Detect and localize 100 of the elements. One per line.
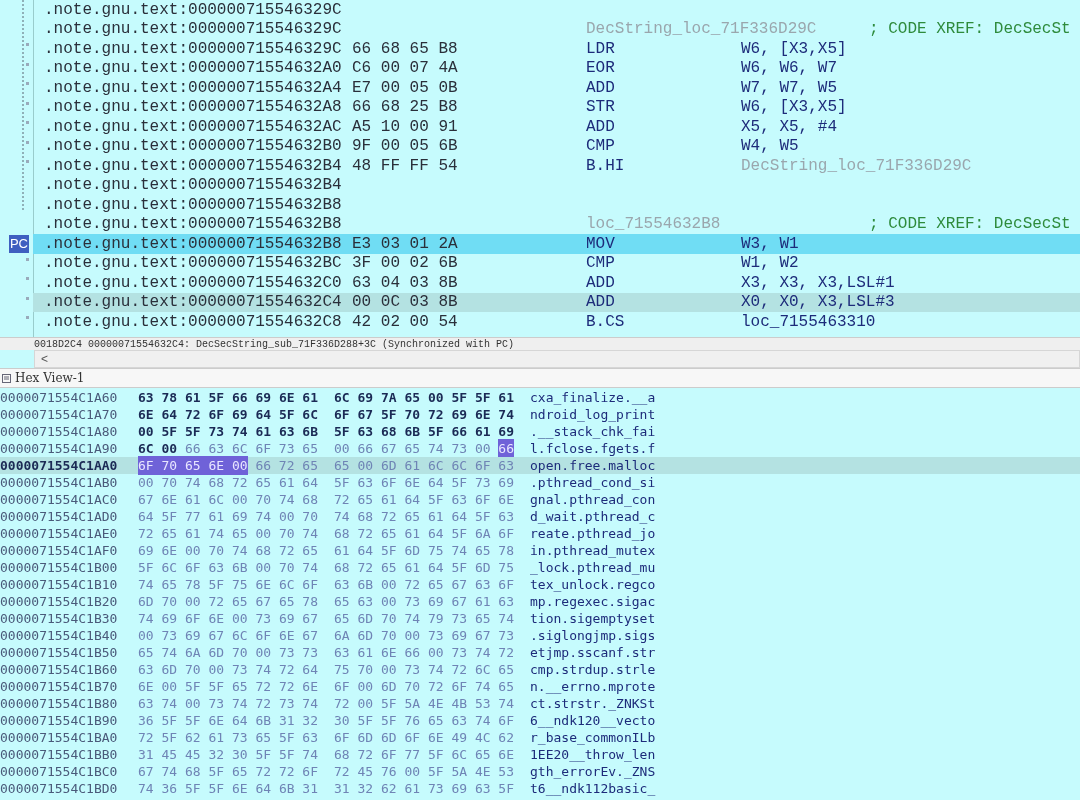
hex-row[interactable]: 0000071554C1BB0 31 45 45 32 30 5F 5F 74 68 72 6F 77 5F 6C 65 6E 1EE20__throw_len xyxy=(0,746,1080,763)
hex-bytes: 31 32 62 61 73 69 63 5F xyxy=(334,779,514,798)
hex-bytes: 65 74 6A 6D 70 00 73 73 xyxy=(138,643,318,662)
disasm-row[interactable]: .note.gnu.text:00000071554632BC 3F 00 02 6B CMP W1, W2 xyxy=(33,253,1080,273)
hex-row[interactable]: 0000071554C1BC0 67 74 68 5F 65 72 72 6F 72 45 76 00 5F 5A 4E 53 gth_errorEv._ZNS xyxy=(0,763,1080,780)
hex-address: 0000071554C1AE0 xyxy=(0,524,119,543)
hex-row[interactable]: 0000071554C1A80 00 5F 5F 73 74 61 63 6B 5F 63 68 6B 5F 66 61 69 .__stack_chk_fai xyxy=(0,423,1080,440)
hex-address: 0000071554C1A90 xyxy=(0,439,119,458)
hex-row[interactable]: 0000071554C1B40 00 73 69 67 6C 6F 6E 67 6A 6D 70 00 73 69 67 73 .siglongjmp.sigs xyxy=(0,627,1080,644)
hex-address: 0000071554C1BA0 xyxy=(0,728,119,747)
hex-address: 0000071554C1BB0 xyxy=(0,745,119,764)
xref-comment: ; CODE XREF: DecSecSt xyxy=(869,19,1071,41)
hex-bytes: 64 5F 77 61 69 74 00 70 xyxy=(138,507,318,526)
hex-bytes: 6A 6D 70 00 73 69 67 73 xyxy=(334,626,514,645)
disasm-row[interactable]: .note.gnu.text:00000071554632A4 E7 00 05 0B ADD W7, W7, W5 xyxy=(33,78,1080,98)
ascii-text: reate.pthread_jo xyxy=(530,524,656,543)
hex-view-icon xyxy=(2,373,11,383)
opcode-bytes: E7 00 05 0B xyxy=(352,78,458,97)
hex-address: 0000071554C1B50 xyxy=(0,643,119,662)
opcode-bytes: 63 04 03 8B xyxy=(352,273,458,292)
disasm-row[interactable]: .note.gnu.text:00000071554632B8 loc_71554632B8 ; CODE XREF: DecSecSt xyxy=(33,214,1080,234)
disasm-row[interactable]: .note.gnu.text:000000715546329C DecString_loc_71F336D29C ; CODE XREF: DecSecSt xyxy=(33,19,1080,39)
ascii-text: d_wait.pthread_c xyxy=(530,507,656,526)
disasm-row[interactable]: .note.gnu.text:00000071554632B8 xyxy=(33,195,1080,215)
disasm-row[interactable]: .note.gnu.text:000000715546329C xyxy=(33,0,1080,20)
opcode-bytes: 00 0C 03 8B xyxy=(352,293,458,312)
hex-row[interactable]: 0000071554C1B90 36 5F 5F 6E 64 6B 31 32 30 5F 5F 76 65 63 74 6F 6__ndk120__vecto xyxy=(0,712,1080,729)
ascii-text: _lock.pthread_mu xyxy=(530,558,656,577)
hex-row[interactable]: 0000071554C1B80 63 74 00 73 74 72 73 74 72 00 5F 5A 4E 4B 53 74 ct.strstr._ZNKSt xyxy=(0,695,1080,712)
hex-row[interactable]: 0000071554C1AE0 72 65 61 74 65 00 70 74 68 72 65 61 64 5F 6A 6F reate.pthread_jo xyxy=(0,525,1080,542)
hex-row[interactable]: 0000071554C1A90 6C 00 66 63 6C 6F 73 65 00 66 67 65 74 73 00 66 l.fclose.fgets.f xyxy=(0,440,1080,457)
ascii-text: 6__ndk120__vecto xyxy=(530,711,656,730)
hex-row[interactable]: 0000071554C1B00 5F 6C 6F 63 6B 00 70 74 68 72 65 61 64 5F 6D 75 _lock.pthread_mu xyxy=(0,559,1080,576)
disasm-row[interactable]: .note.gnu.text:00000071554632B8 E3 03 01 2A MOV W3, W1 xyxy=(33,234,1080,254)
hex-row[interactable]: 0000071554C1B10 74 65 78 5F 75 6E 6C 6F 63 6B 00 72 65 67 63 6F tex_unlock.regco xyxy=(0,576,1080,593)
hex-bytes: 63 78 61 5F 66 69 6E 61 xyxy=(138,388,318,407)
hex-bytes: 66 63 6C 6F 73 65 xyxy=(184,439,318,458)
mnemonic: CMP xyxy=(586,137,615,156)
opcode-bytes: 66 68 65 B8 xyxy=(352,39,458,58)
opcode-bytes: A5 10 00 91 xyxy=(352,117,458,136)
disasm-row[interactable]: .note.gnu.text:00000071554632C0 63 04 03 8B ADD X3, X3, X3,LSL#1 xyxy=(33,273,1080,293)
hex-row[interactable]: 0000071554C1BD0 74 36 5F 5F 6E 64 6B 31 31 32 62 61 73 69 63 5F t6__ndk112basic_ xyxy=(0,780,1080,797)
address-text: .note.gnu.text:00000071554632BC xyxy=(44,253,343,275)
hex-bytes: 63 6D 70 00 73 74 72 64 xyxy=(138,660,318,679)
hex-row[interactable]: 0000071554C1AD0 64 5F 77 61 69 74 00 70 74 68 72 65 61 64 5F 63 d_wait.pthread_c xyxy=(0,508,1080,525)
mnemonic: MOV xyxy=(586,234,615,253)
scroll-left-arrow[interactable]: < xyxy=(35,350,54,368)
address-text: .note.gnu.text:000000715546329C xyxy=(44,19,343,41)
hex-address: 0000071554C1B10 xyxy=(0,575,119,594)
address-text: .note.gnu.text:00000071554632A4 xyxy=(44,77,343,99)
operand: loc_7155463310 xyxy=(741,312,876,331)
hex-row[interactable]: 0000071554C1AA0 6F 70 65 6E 00 66 72 65 65 00 6D 61 6C 6C 6F 63 open.free.malloc xyxy=(0,457,1080,474)
ascii-text: open.free.malloc xyxy=(530,456,656,475)
operand: X3, X3, X3,LSL#1 xyxy=(741,273,895,292)
mnemonic: ADD xyxy=(586,273,615,292)
hex-row[interactable]: 0000071554C1AB0 00 70 74 68 72 65 61 64 5F 63 6F 6E 64 5F 73 69 .pthread_cond_si xyxy=(0,474,1080,491)
hex-row[interactable]: 0000071554C1B70 6E 00 5F 5F 65 72 72 6E 6F 00 6D 70 72 6F 74 65 n.__errno.mprote xyxy=(0,678,1080,695)
ascii-text: ct.strstr._ZNKSt xyxy=(530,694,656,713)
hex-bytes: 30 5F 5F 76 65 63 74 6F xyxy=(334,711,514,730)
hex-bytes: 61 64 5F 6D 75 74 65 78 xyxy=(334,541,514,560)
disasm-row[interactable]: .note.gnu.text:00000071554632A0 C6 00 07 4A EOR W6, W6, W7 xyxy=(33,58,1080,78)
hex-bytes: 00 73 69 67 6C 6F 6E 67 xyxy=(138,626,318,645)
hex-row[interactable]: 0000071554C1A60 63 78 61 5F 66 69 6E 61 6C 69 7A 65 00 5F 5F 61 cxa_finalize.__a xyxy=(0,389,1080,406)
disasm-row[interactable]: .note.gnu.text:00000071554632C4 00 0C 03 8B ADD X0, X0, X3,LSL#3 xyxy=(33,292,1080,312)
disasm-row[interactable]: .note.gnu.text:00000071554632B4 48 FF FF 54 B.HI DecString_loc_71F336D29C xyxy=(33,156,1080,176)
ascii-text: l.fclose.fgets.f xyxy=(530,439,656,458)
hex-row[interactable]: 0000071554C1B20 6D 70 00 72 65 67 65 78 65 63 00 73 69 67 61 63 mp.regexec.sigac xyxy=(0,593,1080,610)
ascii-text: tion.sigemptyset xyxy=(530,609,656,628)
hex-address: 0000071554C1A70 xyxy=(0,405,119,424)
disasm-row[interactable]: .note.gnu.text:000000715546329C 66 68 65 B8 LDR W6, [X3,X5] xyxy=(33,39,1080,59)
hex-bytes: 6C 00 xyxy=(138,439,178,458)
hex-bytes: 72 00 5F 5A 4E 4B 53 74 xyxy=(334,694,514,713)
disasm-row[interactable]: .note.gnu.text:00000071554632B4 xyxy=(33,175,1080,195)
disasm-row[interactable]: .note.gnu.text:00000071554632B0 9F 00 05 6B CMP W4, W5 xyxy=(33,136,1080,156)
hex-bytes: 5F 63 68 6B 5F 66 61 69 xyxy=(334,422,514,441)
hex-address: 0000071554C1B90 xyxy=(0,711,119,730)
hex-address: 0000071554C1AF0 xyxy=(0,541,119,560)
hex-bytes: 66 72 65 xyxy=(255,456,318,475)
pc-marker: PC xyxy=(8,234,29,253)
hex-row[interactable]: 0000071554C1AC0 67 6E 61 6C 00 70 74 68 72 65 61 64 5F 63 6F 6E gnal.pthread_con xyxy=(0,491,1080,508)
mnemonic: EOR xyxy=(586,59,615,78)
hex-bytes: 72 65 61 64 5F 63 6F 6E xyxy=(334,490,514,509)
address-text: .note.gnu.text:000000715546329C xyxy=(44,0,343,21)
hex-bytes: 68 72 65 61 64 5F 6D 75 xyxy=(334,558,514,577)
hex-row[interactable]: 0000071554C1B60 63 6D 70 00 73 74 72 64 75 70 00 73 74 72 6C 65 cmp.strdup.strle xyxy=(0,661,1080,678)
hex-row[interactable]: 0000071554C1A70 6E 64 72 6F 69 64 5F 6C 6F 67 5F 70 72 69 6E 74 ndroid_log_print xyxy=(0,406,1080,423)
hex-address: 0000071554C1BC0 xyxy=(0,762,119,781)
hex-address: 0000071554C1AB0 xyxy=(0,473,119,492)
hex-bytes: 65 63 00 73 69 67 61 63 xyxy=(334,592,514,611)
hex-bytes: 74 68 72 65 61 64 5F 63 xyxy=(334,507,514,526)
horizontal-scrollbar[interactable]: < xyxy=(34,350,1080,368)
hex-row[interactable]: 0000071554C1BA0 72 5F 62 61 73 65 5F 63 6F 6D 6D 6F 6E 49 4C 62 r_base_commonILb xyxy=(0,729,1080,746)
mnemonic: ADD xyxy=(586,117,615,136)
hex-row[interactable]: 0000071554C1B50 65 74 6A 6D 70 00 73 73 63 61 6E 66 00 73 74 72 etjmp.sscanf.str xyxy=(0,644,1080,661)
disasm-row[interactable]: .note.gnu.text:00000071554632A8 66 68 25 B8 STR W6, [X3,X5] xyxy=(33,97,1080,117)
hex-bytes: 63 74 00 73 74 72 73 74 xyxy=(138,694,318,713)
hex-row[interactable]: 0000071554C1B30 74 69 6F 6E 00 73 69 67 65 6D 70 74 79 73 65 74 tion.sigemptyset xyxy=(0,610,1080,627)
disasm-row[interactable]: .note.gnu.text:00000071554632AC A5 10 00 91 ADD X5, X5, #4 xyxy=(33,117,1080,137)
disasm-row[interactable]: .note.gnu.text:00000071554632C8 42 02 00 54 B.CS loc_7155463310 xyxy=(33,312,1080,332)
hex-row[interactable]: 0000071554C1AF0 69 6E 00 70 74 68 72 65 61 64 5F 6D 75 74 65 78 in.pthread_mutex xyxy=(0,542,1080,559)
